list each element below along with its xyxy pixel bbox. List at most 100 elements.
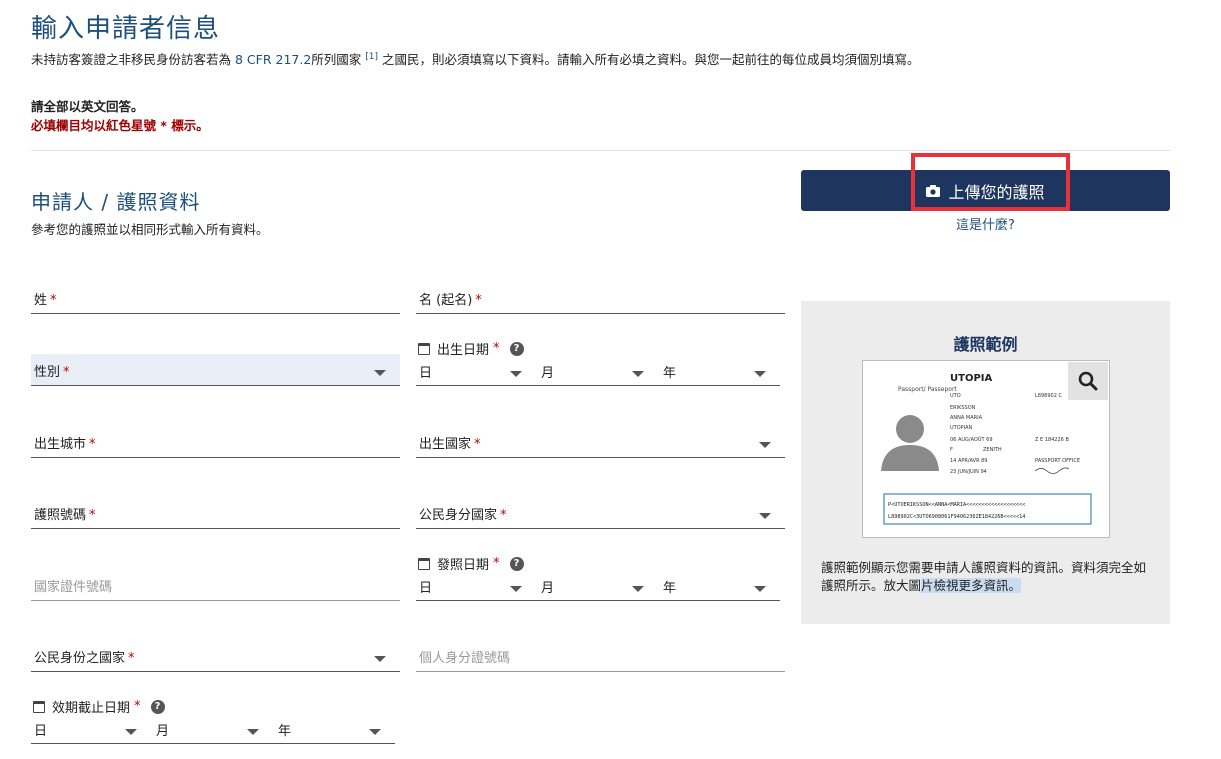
gender-select[interactable]: 性別 * [31, 354, 400, 386]
passport-sample-panel: 護照範例 UTOPIA Passport/ Passeport UTO L898… [801, 301, 1170, 624]
month-label: 月 [541, 581, 555, 596]
issue-month-select[interactable]: 月 [538, 575, 650, 601]
passport-authority: PASSPORT OFFICE [1035, 458, 1080, 464]
issue-year-select[interactable]: 年 [660, 575, 772, 601]
cfr-link[interactable]: 8 CFR 217.2 [235, 52, 311, 67]
expiry-label-text: 效期截止日期 [52, 701, 131, 716]
required-mark: * [474, 437, 481, 452]
passport-sex: F [950, 447, 953, 453]
issue-date-row: 日 月 年 [416, 575, 780, 601]
english-note: 請全部以英文回答。 [31, 99, 144, 114]
birth-country-label: 出生國家 [419, 437, 472, 452]
required-mark: * [89, 437, 96, 452]
intro-before: 未持訪客簽證之非移民身份訪客若為 [31, 52, 232, 67]
required-mark: * [50, 293, 57, 308]
issue-date-label: 發照日期 * ? [418, 554, 524, 573]
year-label: 年 [663, 366, 677, 381]
chevron-down-icon [759, 513, 771, 519]
citizen-country-2-select[interactable]: 公民身份之國家 * [31, 646, 400, 672]
birth-city-field[interactable]: 出生城市 * [31, 432, 400, 458]
chevron-down-icon [754, 586, 766, 592]
footnote-link[interactable]: [1] [365, 52, 378, 62]
upload-passport-button[interactable]: 上傳您的護照 [801, 170, 1170, 211]
chevron-down-icon [374, 370, 386, 376]
what-is-this-link[interactable]: 這是什麼? [801, 214, 1170, 233]
camera-icon [926, 184, 941, 197]
search-icon [1078, 371, 1098, 391]
national-id-label: 國家證件號碼 [34, 580, 113, 595]
help-icon[interactable]: ? [509, 341, 524, 356]
personal-id-field[interactable]: 個人身分證號碼 [416, 646, 785, 672]
birth-city-label: 出生城市 [34, 437, 87, 452]
passport-label: Passport/ Passeport [898, 386, 957, 393]
month-label: 月 [541, 366, 555, 381]
passport-code: UTO [950, 393, 961, 399]
personal-id-label: 個人身分證號碼 [419, 651, 511, 666]
dob-date-row: 日 月 年 [416, 360, 780, 386]
zoom-button[interactable] [1068, 362, 1108, 400]
day-label: 日 [419, 581, 433, 596]
chevron-down-icon [247, 729, 259, 735]
chevron-down-icon [632, 371, 644, 377]
passport-nationality: UTOPIAN [950, 425, 973, 431]
surname-label: 姓 [34, 293, 48, 308]
citizenship-country-select[interactable]: 公民身分國家 * [416, 503, 785, 529]
gender-label: 性別 [34, 365, 61, 380]
section-subtitle: 參考您的護照並以相同形式輸入所有資料。 [31, 222, 269, 237]
required-mark: * [63, 365, 70, 380]
passport-dob: 06 AUG/AOÛT 69 [950, 436, 993, 443]
dob-month-select[interactable]: 月 [538, 360, 650, 386]
dob-day-select[interactable]: 日 [416, 360, 528, 386]
chevron-down-icon [125, 729, 137, 735]
day-label: 日 [419, 366, 433, 381]
intro-after: 之國民，則必須填寫以下資料。請輸入所有必填之資料。與您一起前往的每位成員均須個別… [382, 52, 920, 67]
passport-sample-image[interactable]: UTOPIA Passport/ Passeport UTO L898902 C… [862, 360, 1110, 538]
passport-issue: 14 APR/AVR 89 [950, 458, 988, 464]
sample-desc-selected: 片檢視更多資訊。 [921, 578, 1022, 593]
chevron-down-icon [510, 371, 522, 377]
expiry-year-select[interactable]: 年 [275, 718, 387, 744]
issue-date-label-text: 發照日期 [437, 558, 490, 573]
passport-country: UTOPIA [950, 373, 992, 384]
year-label: 年 [278, 724, 292, 739]
national-id-field[interactable]: 國家證件號碼 [31, 575, 400, 601]
page-title: 輸入申請者信息 [31, 14, 221, 44]
calendar-icon [33, 700, 45, 713]
passport-personal-no: Z E 184226 B [1035, 437, 1069, 443]
expiry-day-select[interactable]: 日 [31, 718, 143, 744]
intro-mid: 所列國家 [311, 52, 362, 67]
calendar-icon [418, 557, 430, 570]
chevron-down-icon [759, 442, 771, 448]
required-mark: * [493, 556, 500, 571]
upload-label: 上傳您的護照 [948, 182, 1045, 202]
chevron-down-icon [369, 729, 381, 735]
given-name-field[interactable]: 名 (起名) * [416, 288, 785, 314]
required-mark: * [134, 699, 141, 714]
section-title: 申請人 / 護照資料 [31, 190, 201, 214]
dob-year-select[interactable]: 年 [660, 360, 772, 386]
required-mark: * [89, 508, 96, 523]
passport-place: ZENITH [983, 447, 1002, 453]
dob-label-text: 出生日期 [437, 343, 490, 358]
passport-mrz-2: L898902C<3UTO6908061F9406236ZE184226B<<<… [888, 514, 1025, 520]
help-icon[interactable]: ? [150, 699, 165, 714]
sample-description: 護照範例顯示您需要申請人護照資料的資訊。資料須完全如護照所示。放大圖片檢視更多資… [821, 559, 1151, 595]
required-note: 必填欄目均以紅色星號 * 標示。 [31, 118, 209, 133]
expiry-date-row: 日 月 年 [31, 718, 395, 744]
chevron-down-icon [374, 656, 386, 662]
passport-surname: ERIKSSON [950, 405, 976, 411]
passport-expiry: 23 JUN/JUIN 94 [950, 469, 987, 475]
issue-day-select[interactable]: 日 [416, 575, 528, 601]
calendar-icon [418, 342, 430, 355]
expiry-month-select[interactable]: 月 [153, 718, 265, 744]
birth-country-select[interactable]: 出生國家 * [416, 432, 785, 458]
surname-field[interactable]: 姓 * [31, 288, 400, 314]
chevron-down-icon [510, 586, 522, 592]
given-name-label: 名 (起名) [419, 293, 473, 308]
passport-number-field[interactable]: 護照號碼 * [31, 503, 400, 529]
day-label: 日 [34, 724, 48, 739]
passport-number-label: 護照號碼 [34, 508, 87, 523]
passport-given: ANNA MARIA [950, 415, 983, 421]
help-icon[interactable]: ? [509, 556, 524, 571]
citizenship-country-label: 公民身分國家 [419, 508, 498, 523]
